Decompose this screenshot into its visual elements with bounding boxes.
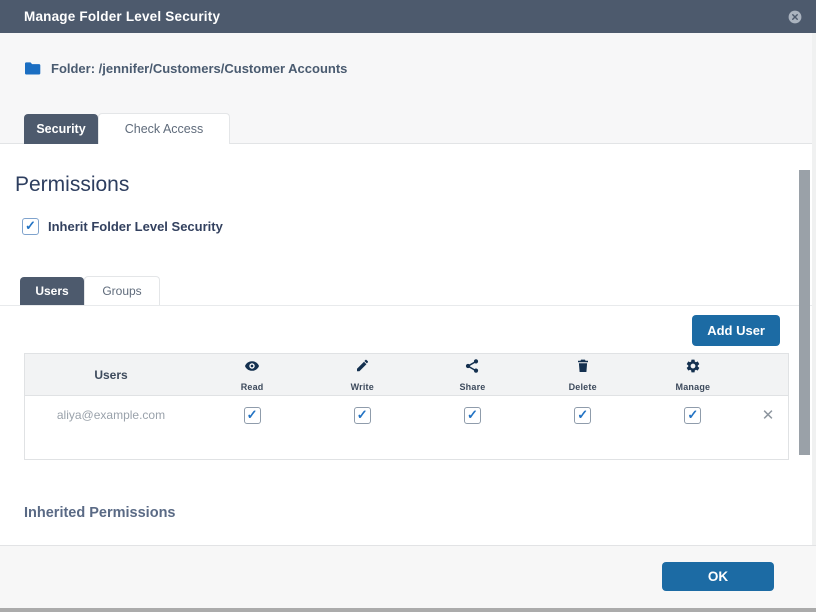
- folder-icon: [24, 61, 41, 76]
- delete-label: Delete: [569, 382, 597, 392]
- dialog-title: Manage Folder Level Security: [24, 9, 220, 24]
- inherit-security-checkbox[interactable]: [22, 218, 39, 235]
- inherit-security-label: Inherit Folder Level Security: [48, 219, 223, 234]
- dialog-subheader: Folder: /jennifer/Customers/Customer Acc…: [0, 33, 816, 144]
- write-checkbox[interactable]: [354, 407, 371, 424]
- share-icon: [464, 358, 480, 379]
- delete-checkbox[interactable]: [574, 407, 591, 424]
- write-label: Write: [351, 382, 374, 392]
- close-icon[interactable]: [787, 9, 803, 25]
- main-tabs: Security Check Access: [0, 113, 816, 144]
- eye-icon: [244, 358, 260, 379]
- add-user-button[interactable]: Add User: [692, 315, 780, 346]
- share-label: Share: [459, 382, 485, 392]
- read-label: Read: [241, 382, 264, 392]
- ok-button[interactable]: OK: [662, 562, 774, 591]
- pencil-icon: [354, 358, 370, 379]
- folder-path-text: Folder: /jennifer/Customers/Customer Acc…: [51, 61, 347, 76]
- manage-column-header: Manage: [638, 358, 748, 392]
- permissions-table: Users Read: [24, 353, 789, 460]
- manage-label: Manage: [676, 382, 711, 392]
- permissions-heading: Permissions: [15, 173, 816, 197]
- delete-column-header: Delete: [528, 358, 638, 392]
- user-group-tabs: Users Groups: [0, 276, 816, 306]
- gear-icon: [685, 358, 701, 379]
- tab-users[interactable]: Users: [20, 277, 84, 305]
- tab-check-access[interactable]: Check Access: [98, 113, 230, 144]
- share-checkbox[interactable]: [464, 407, 481, 424]
- add-user-row: Add User: [0, 315, 816, 346]
- users-column-header: Users: [25, 368, 197, 382]
- dialog-titlebar: Manage Folder Level Security: [0, 0, 816, 33]
- page-right-edge: [812, 33, 816, 608]
- inherited-permissions-heading: Inherited Permissions: [24, 505, 816, 521]
- tab-groups[interactable]: Groups: [84, 276, 160, 305]
- share-column-header: Share: [417, 358, 527, 392]
- permissions-table-header: Users Read: [25, 354, 788, 396]
- dialog-content: Permissions Inherit Folder Level Securit…: [0, 144, 816, 545]
- folder-row: Folder: /jennifer/Customers/Customer Acc…: [24, 61, 816, 76]
- manage-folder-security-dialog: Manage Folder Level Security Folder: /je…: [0, 0, 816, 612]
- read-column-header: Read: [197, 358, 307, 392]
- dialog-footer: OK: [0, 545, 816, 608]
- manage-checkbox[interactable]: [684, 407, 701, 424]
- table-row: aliya@example.com ✕: [25, 396, 788, 434]
- inherit-security-row: Inherit Folder Level Security: [22, 218, 816, 235]
- user-email: aliya@example.com: [25, 408, 197, 422]
- read-checkbox[interactable]: [244, 407, 261, 424]
- vertical-scrollbar-thumb[interactable]: [799, 170, 810, 455]
- trash-icon: [575, 358, 591, 379]
- bottom-edge-strip: [0, 608, 816, 612]
- write-column-header: Write: [307, 358, 417, 392]
- remove-user-icon[interactable]: ✕: [762, 408, 775, 423]
- tab-security[interactable]: Security: [24, 114, 98, 144]
